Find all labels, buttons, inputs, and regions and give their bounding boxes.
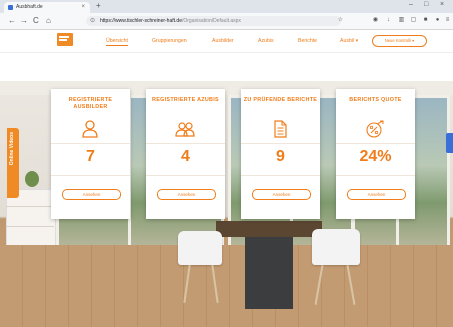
minimize-button[interactable]: – bbox=[409, 1, 413, 8]
card-title: Berichts Quote bbox=[349, 97, 402, 103]
percent-trend-icon bbox=[366, 120, 384, 138]
nav-ausbilder[interactable]: Ausbilder bbox=[212, 38, 234, 44]
card-value: 7 bbox=[86, 148, 95, 165]
favicon-icon bbox=[8, 5, 13, 10]
maximize-button[interactable]: □ bbox=[424, 1, 428, 8]
download-icon[interactable]: ↓ bbox=[385, 16, 392, 23]
browser-tab-bar: Ausbhaft.de × + – □ × bbox=[0, 0, 453, 13]
nav-ausbil-dropdown[interactable]: Ausbil ▾ bbox=[340, 38, 358, 44]
window-close-button[interactable]: × bbox=[440, 1, 444, 8]
url-path: /Organisation/Default.aspx bbox=[181, 18, 241, 24]
new-tab-button[interactable]: + bbox=[96, 1, 101, 10]
shield-icon[interactable]: ◉ bbox=[372, 16, 379, 23]
library-icon[interactable]: ▥ bbox=[398, 16, 405, 23]
card-registered-trainers: Registrierte Ausbilder 7 Ansehen bbox=[51, 89, 130, 219]
url-text: https://www.tischler-schreiner-haft.de/O… bbox=[100, 16, 241, 26]
sidebar-icon[interactable]: ▢ bbox=[410, 16, 417, 23]
site-logo[interactable] bbox=[57, 33, 73, 46]
document-icon bbox=[274, 120, 287, 138]
nav-uebersicht[interactable]: Übersicht bbox=[106, 38, 128, 46]
address-bar-row: ← → C ⌂ ⊙ https://www.tischler-schreiner… bbox=[0, 13, 453, 30]
browser-tab[interactable]: Ausbhaft.de × bbox=[4, 2, 90, 13]
reload-button[interactable]: C bbox=[33, 16, 39, 25]
tab-close-icon[interactable]: × bbox=[81, 2, 85, 13]
right-edge-widget[interactable] bbox=[446, 133, 453, 153]
hero-top-spacer bbox=[0, 53, 453, 81]
card-value: 9 bbox=[276, 148, 285, 165]
site-header: Übersicht Gruppierungen Ausbilder Azubis… bbox=[0, 30, 453, 53]
nav-gruppierungen[interactable]: Gruppierungen bbox=[152, 38, 187, 44]
card-registered-apprentices: Registrierte Azubis 4 Ansehen bbox=[146, 89, 225, 219]
online-videos-label: Online Videos bbox=[9, 132, 15, 166]
user-icon bbox=[82, 120, 98, 138]
users-icon bbox=[175, 122, 195, 137]
menu-icon[interactable]: ≡ bbox=[444, 16, 451, 23]
nav-azubis[interactable]: Azubis bbox=[258, 38, 274, 44]
forward-button[interactable]: → bbox=[20, 16, 28, 25]
tab-title: Ausbhaft.de bbox=[16, 4, 43, 10]
profile-icon[interactable]: ● bbox=[434, 16, 441, 23]
view-quota-button[interactable]: Ansehen bbox=[347, 189, 406, 200]
view-apprentices-button[interactable]: Ansehen bbox=[157, 189, 216, 200]
lock-icon: ⊙ bbox=[90, 18, 96, 24]
card-reports-to-review: Zu prüfende Berichte 9 Ansehen bbox=[241, 89, 320, 219]
view-reports-button[interactable]: Ansehen bbox=[252, 189, 311, 200]
card-value: 4 bbox=[181, 148, 190, 165]
nav-berichte[interactable]: Berichte bbox=[298, 38, 317, 44]
card-title: Registrierte Ausbilder bbox=[68, 97, 113, 110]
url-field[interactable]: ⊙ https://www.tischler-schreiner-haft.de… bbox=[86, 16, 341, 26]
extension-icon[interactable]: ■ bbox=[422, 16, 429, 23]
card-title: Zu prüfende Berichte bbox=[243, 97, 318, 103]
card-title: Registrierte Azubis bbox=[152, 97, 219, 103]
card-value: 24% bbox=[359, 148, 392, 165]
home-button[interactable]: ⌂ bbox=[46, 16, 51, 25]
new-control-button[interactable]: Neue Kontrolli ▾ bbox=[372, 35, 427, 47]
card-report-quota: Berichts Quote 24% Ansehen bbox=[336, 89, 415, 219]
star-icon[interactable]: ☆ bbox=[337, 16, 344, 23]
url-domain: https://www.tischler-schreiner-haft.de bbox=[100, 18, 182, 24]
back-button[interactable]: ← bbox=[8, 16, 16, 25]
view-trainers-button[interactable]: Ansehen bbox=[62, 189, 121, 200]
online-videos-tab[interactable]: Online Videos bbox=[7, 128, 19, 198]
